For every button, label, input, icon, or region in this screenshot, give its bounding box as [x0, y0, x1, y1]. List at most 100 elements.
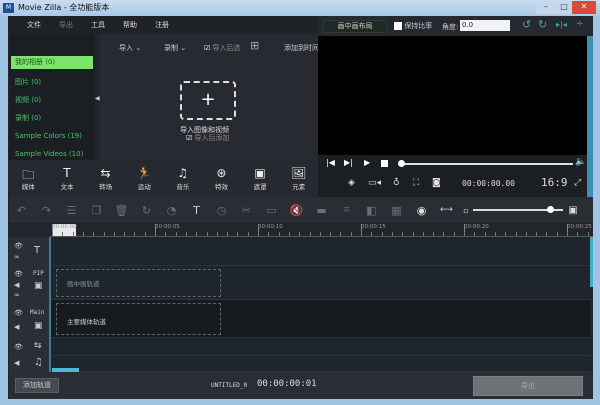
sidebar-item-images[interactable]: 图片 (0): [9, 73, 95, 91]
ruler-minor-tick: [340, 232, 342, 236]
split-icon[interactable]: ▭: [259, 204, 284, 217]
pip-track-slot[interactable]: 画中画轨道: [56, 269, 221, 297]
category-overlay[interactable]: ▣ 遮罩: [241, 160, 280, 197]
link-icon[interactable]: ∞: [14, 291, 20, 299]
rotate-icon[interactable]: ↻: [134, 204, 159, 217]
timeline-zoom-slider[interactable]: [473, 206, 563, 213]
eye-icon[interactable]: 👁: [14, 270, 23, 278]
menu-export[interactable]: 导出: [50, 16, 82, 34]
volume-icon[interactable]: 🔈: [575, 157, 586, 167]
category-elements[interactable]: 🖼 元素: [279, 160, 318, 197]
import-after-checkbox[interactable]: ☑ 导入后选: [204, 43, 241, 53]
auto-add-checkbox[interactable]: ☑ 导入后添加: [186, 133, 230, 143]
ruler-minor-tick: [52, 232, 53, 236]
ruler-tick-label: 00:00:05: [155, 224, 180, 230]
music-track[interactable]: [51, 356, 590, 372]
flip-vertical-icon[interactable]: ÷: [576, 19, 584, 29]
timeline-zoom-handle[interactable]: [546, 206, 554, 213]
mute-icon[interactable]: 🔇: [284, 204, 309, 217]
undo-icon[interactable]: ↶: [9, 204, 34, 217]
speaker-icon[interactable]: ◀: [14, 323, 19, 331]
caption-icon[interactable]: ▬: [309, 204, 334, 217]
menu-help[interactable]: 帮助: [114, 16, 146, 34]
flip-horizontal-icon[interactable]: ▸|◂: [556, 20, 567, 29]
menu-tools[interactable]: 工具: [82, 16, 114, 34]
link-icon[interactable]: ∞: [14, 253, 20, 261]
pip-layout-button[interactable]: 画中画布局: [323, 20, 387, 33]
menu-register[interactable]: 注册: [146, 16, 178, 34]
main-track-slot[interactable]: 主要媒体轨道: [56, 303, 221, 335]
zoom-out-icon[interactable]: ▫: [459, 206, 473, 215]
category-music[interactable]: ♫ 音乐: [164, 160, 203, 197]
text-tool-icon[interactable]: T: [184, 204, 209, 217]
adjust-icon[interactable]: ☰: [59, 204, 84, 217]
mosaic-icon[interactable]: ▦: [384, 204, 409, 217]
category-motion[interactable]: 🏃 运动: [125, 160, 164, 197]
rotate-right-icon[interactable]: ↻: [538, 18, 547, 31]
category-folder[interactable]: 🗀 媒体: [9, 160, 48, 197]
speed-icon[interactable]: ◔: [159, 204, 184, 217]
duration-icon[interactable]: ◷: [209, 204, 234, 217]
screen-capture-icon[interactable]: ⛶: [413, 178, 419, 188]
vertical-scrollbar[interactable]: [590, 237, 593, 287]
transition-track[interactable]: [51, 338, 590, 356]
delete-icon[interactable]: 🗑: [109, 204, 134, 217]
play-icon[interactable]: ▶: [364, 158, 370, 167]
sidebar-item-sample-colors[interactable]: Sample Colors (19): [9, 127, 95, 145]
crop-icon[interactable]: ⌗: [334, 203, 359, 217]
import-dropdown[interactable]: 导入 ⌄: [119, 43, 141, 53]
paint-bucket-icon[interactable]: ◈: [348, 178, 355, 188]
timeline-ruler[interactable]: 00:00:00 00:00:05 00:00:10 00:00:15 00:00:20…: [50, 223, 593, 237]
ruler-minor-tick: [247, 232, 249, 236]
pip-track[interactable]: 画中画轨道: [51, 266, 590, 300]
category-label: 特效: [214, 183, 228, 191]
stop-icon[interactable]: [381, 160, 388, 167]
maximize-button[interactable]: □: [556, 1, 572, 14]
ruler-minor-tick: [433, 232, 435, 236]
add-track-button[interactable]: 添加轨道: [15, 378, 59, 393]
category-effects[interactable]: ⊛ 特效: [202, 160, 241, 197]
eye-icon[interactable]: 👁: [14, 242, 23, 250]
sidebar-item-recordings[interactable]: 录制 (0): [9, 109, 95, 127]
project-duration: 00:00:00:01: [257, 379, 317, 389]
next-frame-icon[interactable]: ▶|: [344, 158, 353, 167]
category-text[interactable]: T 文本: [48, 160, 87, 197]
rotate-left-icon[interactable]: ↺: [522, 18, 531, 31]
sidebar-item-videos[interactable]: 视频 (0): [9, 91, 95, 109]
playback-slider[interactable]: [400, 163, 573, 165]
speaker-icon[interactable]: ◀: [14, 359, 19, 367]
preview-scrollbar[interactable]: [587, 36, 593, 197]
angle-input[interactable]: 0.0: [460, 20, 510, 31]
import-drop-zone[interactable]: +: [180, 81, 236, 120]
text-track[interactable]: [51, 237, 590, 266]
record-dropdown[interactable]: 录制 ⌄: [164, 43, 186, 53]
fullscreen-icon[interactable]: ⤢: [574, 178, 581, 188]
cut-icon[interactable]: ✂: [234, 204, 259, 217]
menu-file[interactable]: 文件: [18, 16, 50, 34]
export-button[interactable]: 导出: [473, 376, 583, 396]
playback-slider-handle[interactable]: [398, 160, 405, 167]
close-button[interactable]: ✕: [572, 1, 596, 14]
category-transition[interactable]: ⇆ 转场: [86, 160, 125, 197]
eye-icon[interactable]: 👁: [14, 343, 23, 351]
add-to-timeline-button[interactable]: 添加到时间: [284, 43, 318, 53]
prev-frame-icon[interactable]: |◀: [326, 158, 335, 167]
collapse-sidebar-icon[interactable]: ◀: [95, 95, 100, 102]
redo-icon[interactable]: ↷: [34, 204, 59, 217]
minimize-button[interactable]: –: [536, 1, 556, 14]
eye-icon[interactable]: 👁: [14, 309, 23, 317]
sidebar-item-my-album[interactable]: 我的相册 (0): [11, 56, 93, 69]
camera-icon[interactable]: ▭◂: [368, 178, 381, 188]
zoom-in-icon[interactable]: ▣: [563, 205, 583, 216]
main-track[interactable]: 主要媒体轨道: [51, 300, 590, 338]
zoom-fit-icon[interactable]: ◉: [409, 204, 434, 217]
microphone-icon[interactable]: ♁: [393, 178, 400, 188]
grid-view-icon[interactable]: ⊞: [250, 39, 259, 52]
speaker-icon[interactable]: ◀: [14, 281, 19, 289]
aspect-ratio-selector[interactable]: 16:9: [541, 176, 568, 189]
stretch-icon[interactable]: ⟷: [434, 205, 459, 215]
snapshot-icon[interactable]: ◙: [432, 178, 441, 188]
pip-icon[interactable]: ◧: [359, 204, 384, 217]
copy-icon[interactable]: ❐: [84, 204, 109, 217]
keep-ratio-checkbox[interactable]: 保持比率: [394, 21, 432, 31]
